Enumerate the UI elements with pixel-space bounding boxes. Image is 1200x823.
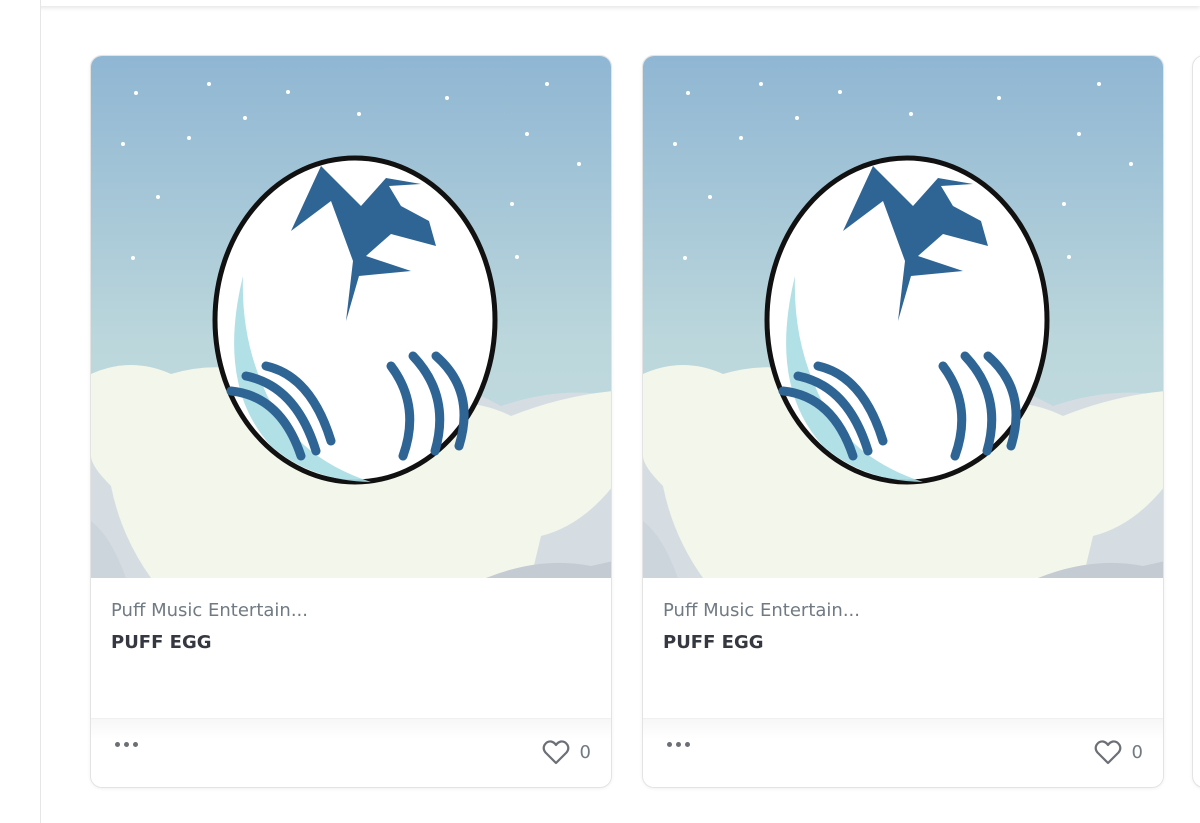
more-options-button[interactable] — [115, 742, 138, 747]
like-button[interactable]: 0 — [1094, 739, 1143, 765]
more-options-icon — [667, 742, 672, 747]
like-count: 0 — [1131, 741, 1143, 763]
collection-name[interactable]: Puff Music Entertain... — [111, 600, 308, 621]
nft-card-partial[interactable] — [1192, 55, 1200, 788]
nft-card[interactable]: Puff Music Entertain... PUFF EGG 0 — [90, 55, 612, 788]
nft-image[interactable] — [643, 56, 1164, 578]
like-button[interactable]: 0 — [542, 739, 591, 765]
nft-card[interactable]: Puff Music Entertain... PUFF EGG 0 — [642, 55, 1164, 788]
nft-image[interactable] — [91, 56, 612, 578]
heart-icon — [542, 740, 569, 765]
more-options-icon — [115, 742, 120, 747]
left-sidebar — [0, 0, 41, 823]
item-title[interactable]: PUFF EGG — [663, 632, 764, 653]
like-count: 0 — [579, 741, 591, 763]
heart-icon — [1094, 740, 1121, 765]
top-header-bar — [0, 0, 1200, 6]
collection-name[interactable]: Puff Music Entertain... — [663, 600, 860, 621]
item-title[interactable]: PUFF EGG — [111, 632, 212, 653]
card-footer: 0 — [91, 718, 611, 787]
more-options-button[interactable] — [667, 742, 690, 747]
card-footer: 0 — [643, 718, 1163, 787]
